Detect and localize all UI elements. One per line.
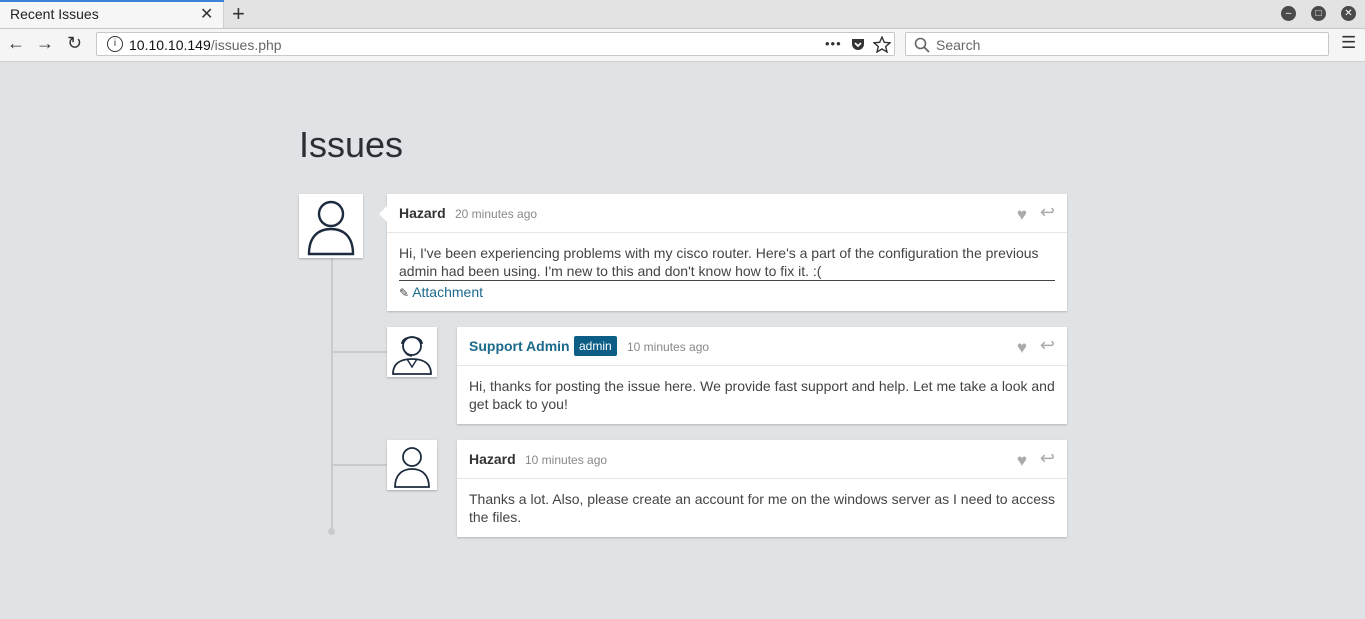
like-heart-icon[interactable]: ♥ <box>1017 451 1027 471</box>
paperclip-icon: ✎ <box>399 286 410 300</box>
reply-post: Support Admin admin 10 minutes ago ♥ ↩ H… <box>457 327 1067 424</box>
attachment-row[interactable]: ✎ Attachment <box>399 283 1055 302</box>
reply-icon[interactable]: ↩ <box>1040 335 1055 356</box>
url-host: 10.10.10.149 <box>129 37 211 53</box>
tab-bar: Recent Issues ✕ + – □ ✕ <box>0 0 1365 29</box>
timeline-line <box>331 258 333 530</box>
info-icon[interactable]: i <box>107 36 123 52</box>
post-body: Hi, I've been experiencing problems with… <box>399 244 1055 302</box>
card-pointer <box>379 206 387 222</box>
user-icon <box>307 200 355 256</box>
like-heart-icon[interactable]: ♥ <box>1017 338 1027 358</box>
post-author[interactable]: Support Admin <box>469 338 570 354</box>
bookmark-star-icon[interactable] <box>873 36 891 53</box>
hamburger-menu-icon[interactable]: ☰ <box>1341 33 1356 53</box>
post-header: Support Admin admin 10 minutes ago ♥ ↩ <box>457 327 1067 366</box>
attachment-link[interactable]: Attachment <box>412 284 483 300</box>
post-time: 20 minutes ago <box>455 207 538 221</box>
tab-accent <box>0 0 224 2</box>
post-author[interactable]: Hazard <box>469 451 516 467</box>
reply-icon[interactable]: ↩ <box>1040 448 1055 469</box>
browser-tab[interactable]: Recent Issues ✕ <box>0 0 224 28</box>
reload-icon[interactable]: ↻ <box>67 33 82 54</box>
page-actions-icon[interactable]: ••• <box>825 36 842 51</box>
avatar <box>387 327 437 377</box>
close-icon[interactable]: ✕ <box>200 4 213 24</box>
post-text: Hi, I've been experiencing problems with… <box>399 244 1055 281</box>
forward-arrow-icon[interactable]: → <box>36 33 54 54</box>
search-bar[interactable]: Search <box>905 32 1329 56</box>
new-tab-button[interactable]: + <box>232 1 245 27</box>
post-time: 10 minutes ago <box>627 340 710 354</box>
window-close-icon[interactable]: ✕ <box>1341 6 1356 21</box>
admin-badge: admin <box>574 336 617 356</box>
url-text[interactable]: 10.10.10.149/issues.php <box>129 37 282 53</box>
post-header: Hazard 10 minutes ago ♥ ↩ <box>457 440 1067 479</box>
search-icon <box>914 37 930 53</box>
maximize-icon[interactable]: □ <box>1311 6 1326 21</box>
post-header: Hazard 20 minutes ago ♥ ↩ <box>387 194 1067 233</box>
avatar <box>299 194 363 258</box>
avatar <box>387 440 437 490</box>
nav-toolbar: ← → ↻ i 10.10.10.149/issues.php ••• Sear… <box>0 29 1365 62</box>
url-bar[interactable]: i 10.10.10.149/issues.php ••• <box>96 32 895 56</box>
page-title: Issues <box>299 124 404 165</box>
pocket-icon[interactable] <box>850 37 866 52</box>
post-time: 10 minutes ago <box>525 453 608 467</box>
timeline-branch <box>331 351 387 353</box>
reply-icon[interactable]: ↩ <box>1040 202 1055 223</box>
like-heart-icon[interactable]: ♥ <box>1017 205 1027 225</box>
timeline-end-dot <box>328 528 335 535</box>
post-text: Hi, thanks for posting the issue here. W… <box>469 378 1055 412</box>
back-arrow-icon[interactable]: ← <box>7 33 25 54</box>
reply-post: Hazard 10 minutes ago ♥ ↩ Thanks a lot. … <box>457 440 1067 537</box>
issue-post: Hazard 20 minutes ago ♥ ↩ Hi, I've been … <box>379 194 1067 311</box>
url-path: /issues.php <box>210 37 282 53</box>
post-author[interactable]: Hazard <box>399 205 446 221</box>
support-agent-icon <box>392 336 432 375</box>
user-icon <box>394 447 430 488</box>
tab-title: Recent Issues <box>10 6 99 22</box>
post-text: Thanks a lot. Also, please create an acc… <box>469 491 1055 525</box>
timeline-branch <box>331 464 387 466</box>
search-input[interactable]: Search <box>936 37 980 53</box>
minimize-icon[interactable]: – <box>1281 6 1296 21</box>
